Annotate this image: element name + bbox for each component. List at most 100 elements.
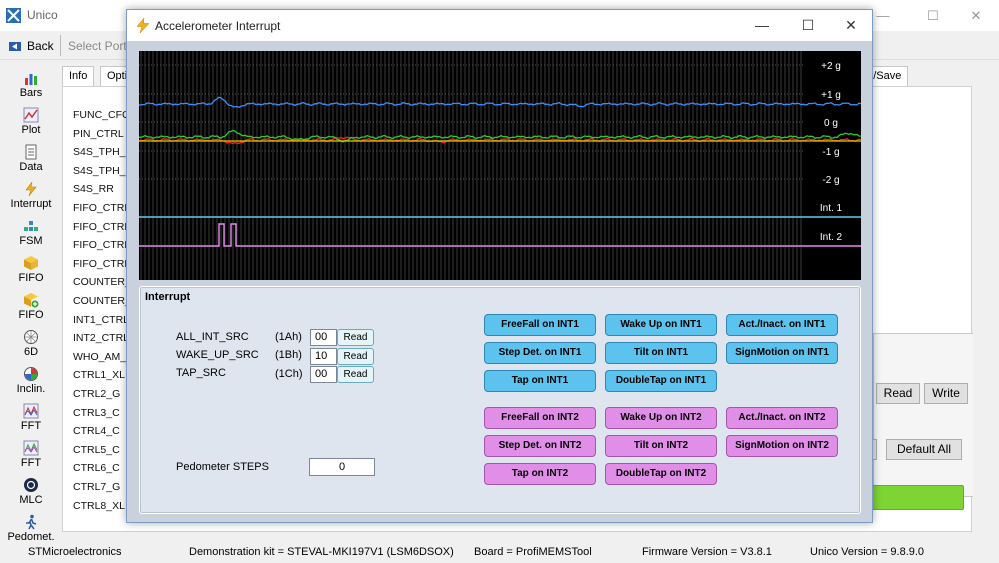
- signmotion-int1-button[interactable]: SignMotion on INT1: [726, 342, 838, 364]
- main-close-button[interactable]: ✕: [953, 0, 999, 31]
- status-company: STMicroelectronics: [28, 546, 122, 558]
- all-int-src-read-button[interactable]: Read: [337, 329, 374, 346]
- back-button[interactable]: Back: [8, 36, 54, 56]
- signmotion-int2-button[interactable]: SignMotion on INT2: [726, 435, 838, 457]
- register-name: S4S_TPH_H: [73, 164, 134, 177]
- dialog-close-button[interactable]: ✕: [828, 10, 874, 41]
- fft2-icon: [23, 440, 39, 456]
- nav-item-interrupt[interactable]: Interrupt: [0, 179, 62, 215]
- unico-app-icon: [6, 8, 21, 23]
- tap-int1-button[interactable]: Tap on INT1: [484, 370, 596, 392]
- act-inact-int2-button[interactable]: Act./Inact. on INT2: [726, 407, 838, 429]
- nav-item-fifo-2[interactable]: FIFO: [0, 290, 62, 326]
- wakeup-int2-button[interactable]: Wake Up on INT2: [605, 407, 717, 429]
- status-board: Board = ProfiMEMSTool: [474, 546, 592, 558]
- status-demo-kit: Demonstration kit = STEVAL-MKI197V1 (LSM…: [189, 546, 454, 558]
- wake-up-src-value[interactable]: 10: [310, 348, 337, 365]
- nav-item-label: Bars: [19, 87, 43, 99]
- status-unico-version: Unico Version = 9.8.9.0: [810, 546, 925, 558]
- register-name: S4S_TPH_L: [73, 146, 132, 159]
- left-nav: Bars Plot Data Interrupt FSM FIFO FIFO 6…: [0, 62, 62, 543]
- main-window-title: Unico: [27, 8, 58, 22]
- dialog-maximize-button[interactable]: ☐: [785, 10, 831, 41]
- step-det-int2-button[interactable]: Step Det. on INT2: [484, 435, 596, 457]
- freefall-int1-button[interactable]: FreeFall on INT1: [484, 314, 596, 336]
- plot-canvas: +2 g +1 g 0 g -1 g -2 g Int. 1 Int. 2: [139, 51, 861, 280]
- nav-item-6d[interactable]: 6D: [0, 327, 62, 363]
- accelerometer-interrupt-dialog: Accelerometer Interrupt — ☐ ✕ +2 g +1 g 0 …: [126, 9, 873, 523]
- lightning-icon: [136, 18, 150, 33]
- nav-item-label: MLC: [19, 494, 43, 506]
- 6d-icon: [24, 330, 38, 344]
- interrupt-icon: [25, 181, 37, 197]
- dialog-titlebar: Accelerometer Interrupt — ☐ ✕: [127, 10, 872, 41]
- doubletap-int1-button[interactable]: DoubleTap on INT1: [605, 370, 717, 392]
- bars-icon: [25, 74, 37, 85]
- nav-item-fifo[interactable]: FIFO: [0, 253, 62, 289]
- register-name: CTRL5_C: [73, 443, 120, 456]
- tap-src-label: TAP_SRC: [176, 367, 226, 379]
- nav-item-fft-2[interactable]: FFT: [0, 438, 62, 474]
- nav-item-mlc[interactable]: MLC: [0, 475, 62, 511]
- data-icon: [25, 144, 37, 160]
- write-register-button[interactable]: Write: [924, 383, 968, 404]
- tap-src-value[interactable]: 00: [310, 366, 337, 383]
- register-name: PIN_CTRL: [73, 127, 124, 140]
- wakeup-int1-button[interactable]: Wake Up on INT1: [605, 314, 717, 336]
- wake-up-src-read-button[interactable]: Read: [337, 348, 374, 365]
- read-register-button[interactable]: Read: [876, 383, 920, 404]
- plot-axis-label: +1 g: [821, 90, 841, 101]
- nav-item-label: Data: [19, 161, 43, 173]
- tilt-int1-button[interactable]: Tilt on INT1: [605, 342, 717, 364]
- nav-item-bars[interactable]: Bars: [0, 68, 62, 104]
- all-int-src-address: (1Ah): [275, 331, 302, 343]
- tilt-int2-button[interactable]: Tilt on INT2: [605, 435, 717, 457]
- register-name: CTRL4_C: [73, 425, 120, 438]
- step-det-int1-button[interactable]: Step Det. on INT1: [484, 342, 596, 364]
- default-all-button[interactable]: Default All: [886, 439, 962, 460]
- nav-item-label: FSM: [19, 235, 43, 247]
- fft-icon: [23, 403, 39, 419]
- plot-axis-label: -1 g: [822, 147, 839, 158]
- wake-up-src-label: WAKE_UP_SRC: [176, 349, 259, 361]
- wake-up-src-address: (1Bh): [275, 349, 302, 361]
- dialog-minimize-button[interactable]: —: [739, 10, 785, 41]
- act-inact-int1-button[interactable]: Act./Inact. on INT1: [726, 314, 838, 336]
- nav-item-fsm[interactable]: FSM: [0, 216, 62, 252]
- register-name: CTRL6_C: [73, 462, 120, 475]
- nav-item-label: FIFO: [18, 309, 44, 321]
- back-button-label: Back: [27, 39, 54, 53]
- nav-item-fft[interactable]: FFT: [0, 401, 62, 437]
- fsm-icon: [24, 221, 38, 231]
- plot-axis-label: -2 g: [822, 175, 839, 186]
- register-name: WHO_AM_I: [73, 350, 130, 363]
- pedometer-icon: [26, 514, 37, 530]
- tab-info[interactable]: Info: [62, 66, 95, 86]
- pedometer-steps-label: Pedometer STEPS: [176, 461, 269, 473]
- toolbar-divider: [60, 35, 61, 56]
- inclinometer-icon: [24, 367, 38, 381]
- tap-src-read-button[interactable]: Read: [337, 366, 374, 383]
- nav-item-inclinometer[interactable]: Inclin.: [0, 364, 62, 400]
- all-int-src-label: ALL_INT_SRC: [176, 331, 249, 343]
- register-name: CTRL1_XL: [73, 369, 125, 382]
- tap-int2-button[interactable]: Tap on INT2: [484, 463, 596, 485]
- register-name: CTRL3_C: [73, 406, 120, 419]
- back-arrow-icon: [9, 42, 21, 51]
- doubletap-int2-button[interactable]: DoubleTap on INT2: [605, 463, 717, 485]
- status-progress-bar: [872, 485, 964, 510]
- nav-item-label: 6D: [23, 346, 39, 358]
- register-name: INT1_CTRL: [73, 313, 130, 326]
- nav-item-label: FFT: [20, 420, 42, 432]
- nav-item-plot[interactable]: Plot: [0, 105, 62, 141]
- nav-item-label: Plot: [21, 124, 41, 136]
- register-name: CTRL2_G: [73, 388, 121, 400]
- nav-item-data[interactable]: Data: [0, 142, 62, 178]
- all-int-src-value[interactable]: 00: [310, 329, 337, 346]
- main-maximize-button[interactable]: ☐: [910, 0, 956, 31]
- nav-item-label: Interrupt: [10, 198, 52, 210]
- register-control-group: [873, 333, 973, 497]
- pedometer-steps-value[interactable]: 0: [309, 458, 375, 476]
- fifo-plus-icon: [24, 293, 39, 308]
- freefall-int2-button[interactable]: FreeFall on INT2: [484, 407, 596, 429]
